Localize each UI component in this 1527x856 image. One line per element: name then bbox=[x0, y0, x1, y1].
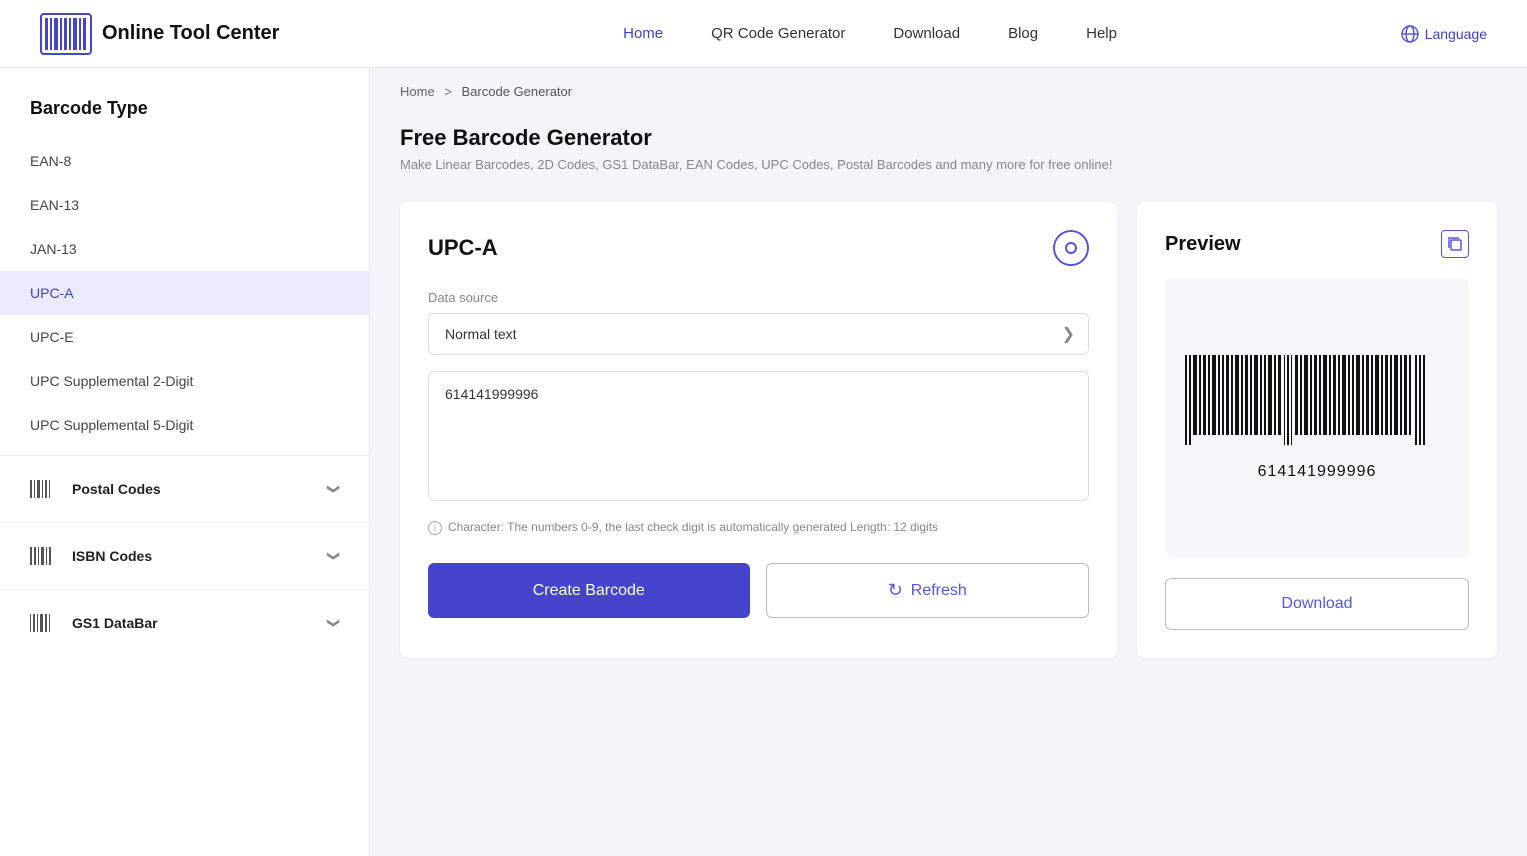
sidebar-group-postal: Postal Codes ❯ bbox=[0, 455, 369, 514]
isbn-chevron-icon: ❯ bbox=[327, 551, 341, 561]
barcode-type-icon bbox=[1053, 230, 1089, 266]
barcode-type-title: UPC-A bbox=[428, 235, 498, 261]
download-button[interactable]: Download bbox=[1165, 578, 1469, 630]
nav-home[interactable]: Home bbox=[623, 25, 663, 42]
barcode-number: 614141999996 bbox=[1258, 463, 1377, 481]
data-source-label: Data source bbox=[428, 290, 1089, 305]
hint-text: i Character: The numbers 0-9, the last c… bbox=[428, 520, 1089, 535]
barcode-image bbox=[1177, 355, 1457, 455]
hint-content: Character: The numbers 0-9, the last che… bbox=[448, 520, 938, 534]
sidebar-group-gs1: GS1 DataBar ❯ bbox=[0, 589, 369, 648]
main-content: Home > Barcode Generator Free Barcode Ge… bbox=[370, 68, 1527, 856]
gs1-databar-icon bbox=[30, 612, 52, 634]
language-label: Language bbox=[1425, 26, 1487, 42]
sidebar-group-isbn-header[interactable]: ISBN Codes ❯ bbox=[0, 531, 369, 581]
tool-layout: UPC-A Data source Normal text Hex data ❯ bbox=[400, 202, 1497, 658]
sidebar-item-jan13[interactable]: JAN-13 bbox=[0, 227, 369, 271]
tool-panel: UPC-A Data source Normal text Hex data ❯ bbox=[400, 202, 1117, 658]
main-nav: Home QR Code Generator Download Blog Hel… bbox=[339, 25, 1400, 42]
nav-blog[interactable]: Blog bbox=[1008, 25, 1038, 42]
sidebar-item-ean8[interactable]: EAN-8 bbox=[0, 139, 369, 183]
page-layout: Barcode Type EAN-8 EAN-13 JAN-13 UPC-A U… bbox=[0, 68, 1527, 856]
data-source-select[interactable]: Normal text Hex data bbox=[428, 313, 1089, 355]
logo-icon bbox=[40, 13, 92, 55]
tool-panel-header: UPC-A bbox=[428, 230, 1089, 266]
gs1-chevron-icon: ❯ bbox=[327, 618, 341, 628]
info-icon: i bbox=[428, 521, 442, 535]
page-title: Free Barcode Generator bbox=[400, 125, 1497, 151]
copy-button[interactable] bbox=[1441, 230, 1469, 258]
sidebar: Barcode Type EAN-8 EAN-13 JAN-13 UPC-A U… bbox=[0, 68, 370, 856]
sidebar-group-isbn: ISBN Codes ❯ bbox=[0, 522, 369, 581]
isbn-codes-label: ISBN Codes bbox=[72, 548, 152, 564]
postal-codes-label: Postal Codes bbox=[72, 481, 161, 497]
logo-area: Online Tool Center bbox=[40, 13, 279, 55]
language-selector[interactable]: Language bbox=[1401, 25, 1487, 43]
breadcrumb-current: Barcode Generator bbox=[462, 84, 573, 99]
nav-help[interactable]: Help bbox=[1086, 25, 1117, 42]
sidebar-group-gs1-header[interactable]: GS1 DataBar ❯ bbox=[0, 598, 369, 648]
page-subtitle: Make Linear Barcodes, 2D Codes, GS1 Data… bbox=[400, 157, 1497, 172]
data-source-select-wrapper: Normal text Hex data ❯ bbox=[428, 313, 1089, 355]
preview-header: Preview bbox=[1165, 230, 1469, 258]
refresh-label: Refresh bbox=[911, 582, 967, 600]
postal-chevron-icon: ❯ bbox=[327, 484, 341, 494]
postal-codes-icon bbox=[30, 478, 52, 500]
refresh-button[interactable]: ↻ Refresh bbox=[766, 563, 1090, 618]
nav-qr-code[interactable]: QR Code Generator bbox=[711, 25, 845, 42]
barcode-display: 614141999996 bbox=[1165, 278, 1469, 558]
sidebar-title: Barcode Type bbox=[0, 98, 369, 139]
button-row: Create Barcode ↻ Refresh bbox=[428, 563, 1089, 618]
gs1-databar-label: GS1 DataBar bbox=[72, 615, 158, 631]
sidebar-item-upce[interactable]: UPC-E bbox=[0, 315, 369, 359]
preview-panel: Preview bbox=[1137, 202, 1497, 658]
refresh-icon: ↻ bbox=[888, 580, 903, 601]
sidebar-group-postal-header[interactable]: Postal Codes ❯ bbox=[0, 464, 369, 514]
sidebar-item-upca[interactable]: UPC-A bbox=[0, 271, 369, 315]
breadcrumb: Home > Barcode Generator bbox=[370, 68, 1527, 115]
nav-download[interactable]: Download bbox=[893, 25, 960, 42]
page-title-section: Free Barcode Generator Make Linear Barco… bbox=[400, 115, 1497, 192]
circle-inner bbox=[1065, 242, 1077, 254]
barcode-input[interactable]: 614141999996 bbox=[428, 371, 1089, 501]
breadcrumb-separator: > bbox=[444, 84, 452, 99]
content-wrapper: Free Barcode Generator Make Linear Barco… bbox=[370, 115, 1527, 688]
sidebar-item-ean13[interactable]: EAN-13 bbox=[0, 183, 369, 227]
sidebar-item-upc-sup2[interactable]: UPC Supplemental 2-Digit bbox=[0, 359, 369, 403]
globe-icon bbox=[1401, 25, 1419, 43]
breadcrumb-home[interactable]: Home bbox=[400, 84, 435, 99]
copy-icon-svg bbox=[1447, 236, 1463, 252]
logo-text: Online Tool Center bbox=[102, 22, 279, 45]
preview-title: Preview bbox=[1165, 233, 1241, 256]
isbn-codes-icon bbox=[30, 545, 52, 567]
create-barcode-button[interactable]: Create Barcode bbox=[428, 563, 750, 618]
sidebar-item-upc-sup5[interactable]: UPC Supplemental 5-Digit bbox=[0, 403, 369, 447]
header: Online Tool Center Home QR Code Generato… bbox=[0, 0, 1527, 68]
